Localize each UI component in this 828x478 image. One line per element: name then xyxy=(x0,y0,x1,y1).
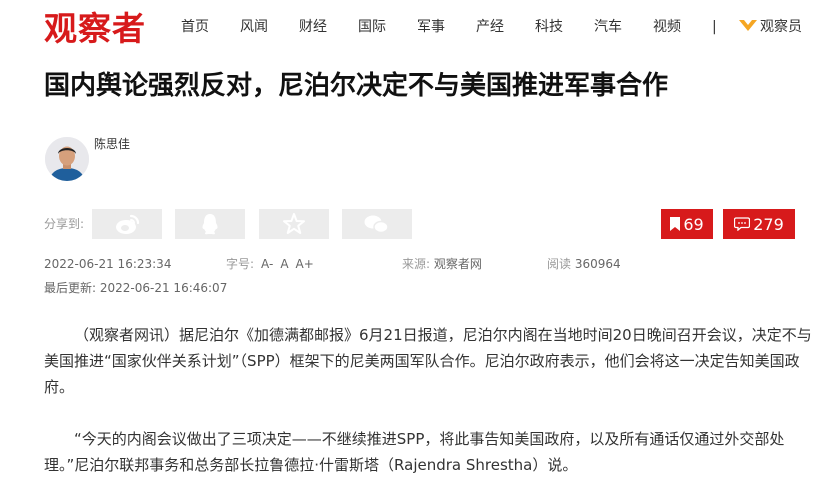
nav-item-industry[interactable]: 产经 xyxy=(476,17,504,37)
source-label: 来源: xyxy=(402,257,431,271)
share-wechat-button[interactable] xyxy=(342,209,412,239)
nav-item-tech[interactable]: 科技 xyxy=(535,17,563,37)
font-size-large[interactable]: A+ xyxy=(296,257,314,271)
article-title: 国内舆论强烈反对，尼泊尔决定不与美国推进军事合作 xyxy=(44,71,669,101)
nav-separator: | xyxy=(712,19,717,35)
publish-time: 2022-06-21 16:23:34 xyxy=(44,257,172,271)
member-label: 观察员 xyxy=(760,19,802,35)
updated-label: 最后更新: xyxy=(44,281,97,295)
font-size-control: 字号: A- A A+ xyxy=(226,256,314,272)
bookmark-icon xyxy=(670,217,681,231)
member-link[interactable]: 观察员 xyxy=(738,17,802,37)
bookmark-count: 69 xyxy=(683,214,704,234)
font-size-normal[interactable]: A xyxy=(280,257,288,271)
article-source: 来源: 观察者网 xyxy=(402,256,482,272)
updated-time: 2022-06-21 16:46:07 xyxy=(99,281,228,295)
article-paragraph: “今天的内阁会议做出了三项决定——不继续推进SPP，将此事告知美国政府，以及所有… xyxy=(44,430,785,474)
nav-item-finance[interactable]: 财经 xyxy=(299,17,327,37)
nav-item-international[interactable]: 国际 xyxy=(358,17,386,37)
font-size-label: 字号: xyxy=(226,257,255,271)
share-label: 分享到: xyxy=(44,217,85,231)
nav-item-military[interactable]: 军事 xyxy=(417,17,445,37)
author-photo-icon xyxy=(45,137,89,181)
author-name[interactable]: 陈思佳 xyxy=(94,136,130,152)
qzone-star-icon xyxy=(283,213,305,234)
share-weibo-button[interactable] xyxy=(92,209,162,239)
wechat-icon xyxy=(364,215,389,234)
site-logo[interactable]: 观察者 xyxy=(44,9,146,49)
author-avatar[interactable] xyxy=(45,137,89,181)
weibo-icon xyxy=(116,214,140,234)
reads-label: 阅读 xyxy=(547,257,572,271)
nav-item-video[interactable]: 视频 xyxy=(653,17,681,37)
source-name: 观察者网 xyxy=(433,257,482,271)
reads-value: 360964 xyxy=(574,257,621,271)
nav-item-home[interactable]: 首页 xyxy=(181,17,209,37)
font-size-small[interactable]: A- xyxy=(261,257,273,271)
read-count: 阅读 360964 xyxy=(547,256,621,272)
comment-icon xyxy=(734,217,751,231)
comment-count: 279 xyxy=(753,214,784,234)
bookmark-count-button[interactable]: 69 xyxy=(661,209,713,239)
member-chevron-icon xyxy=(739,20,757,31)
last-updated: 最后更新: 2022-06-21 16:46:07 xyxy=(44,280,227,296)
nav-item-auto[interactable]: 汽车 xyxy=(594,17,622,37)
qq-icon xyxy=(202,214,218,235)
nav-item-fengwen[interactable]: 风闻 xyxy=(240,17,268,37)
share-qzone-button[interactable] xyxy=(259,209,329,239)
share-qq-button[interactable] xyxy=(175,209,245,239)
article-paragraph: （观察者网讯）据尼泊尔《加德满都邮报》6月21日报道，尼泊尔内阁在当地时间20日… xyxy=(44,326,812,396)
comment-count-button[interactable]: 279 xyxy=(723,209,795,239)
